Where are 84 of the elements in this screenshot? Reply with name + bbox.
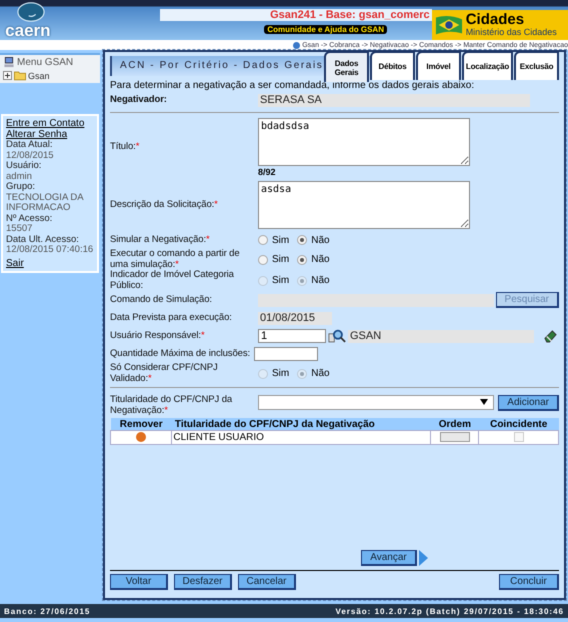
- flag-icon: [434, 14, 463, 36]
- table-cell: CLIENTE USUARIO: [172, 430, 431, 444]
- radio-label: Não: [311, 275, 330, 286]
- expand-icon[interactable]: [3, 71, 12, 80]
- system-title: Gsan241 - Base: gsan_comerc: [160, 9, 432, 21]
- radio-label: Sim: [272, 254, 290, 265]
- computer-icon: [3, 57, 15, 68]
- readonly-field: 01/08/2015: [258, 312, 332, 324]
- info-value: 12/08/2015: [6, 150, 55, 161]
- field-label: Negativador:: [110, 94, 168, 106]
- help-link[interactable]: Comunidade e Ajuda do GSAN: [264, 25, 387, 34]
- field-label: Descrição da Solicitação:*: [110, 200, 219, 210]
- field-label: Simular a Negativação:*: [110, 234, 211, 246]
- action-button[interactable]: Voltar: [110, 574, 168, 590]
- field-label: Indicador de Imóvel Categoria Público:: [110, 270, 235, 291]
- submit-button[interactable]: Concluir: [499, 574, 559, 590]
- next-arrow-icon[interactable]: [418, 550, 428, 566]
- radio-label: Não: [311, 254, 330, 265]
- action-button[interactable]: Cancelar: [238, 574, 296, 590]
- caret-icon: [480, 399, 488, 405]
- order-field[interactable]: [440, 432, 470, 442]
- text-area[interactable]: asdsa: [258, 181, 470, 229]
- version-info: Versão: 10.2.07.2p (Batch) 29/07/2015 - 18:30:46: [335, 606, 564, 616]
- database-date: Banco: 27/06/2015: [4, 606, 90, 616]
- help-icon[interactable]: [293, 42, 300, 48]
- column-header: Remover: [110, 418, 172, 430]
- field-label: Usuário Responsável:*: [110, 330, 206, 342]
- radio-label: Não: [311, 368, 330, 379]
- readonly-field: GSAN: [348, 330, 534, 342]
- next-button[interactable]: Avançar: [361, 550, 417, 566]
- sidebar-link[interactable]: Entre em Contato: [6, 118, 94, 129]
- radio-button[interactable]: [258, 254, 268, 264]
- info-value: 12/08/2015 07:40:16: [6, 245, 94, 256]
- intro-text: Para determinar a negativação a ser comandada, informe os dados gerais abaixo:: [110, 80, 476, 91]
- sidebar-link[interactable]: Alterar Senha: [6, 129, 94, 140]
- info-value: TECNOLOGIA DA INFORMACAO: [6, 192, 84, 214]
- tab[interactable]: Localização: [462, 51, 513, 80]
- column-header: Titularidade do CPF/CNPJ da Negativação: [172, 418, 431, 430]
- info-label: Nº Acesso:: [6, 214, 54, 224]
- column-header: Coincidente: [478, 418, 558, 430]
- search-icon[interactable]: [328, 328, 346, 344]
- add-button[interactable]: Adicionar: [498, 395, 559, 411]
- radio-button[interactable]: [297, 254, 308, 264]
- field-label: Comando de Simulação:: [110, 294, 213, 306]
- column-header: Ordem: [430, 418, 479, 430]
- action-button[interactable]: Desfazer: [174, 574, 232, 590]
- tab[interactable]: Exclusão: [514, 51, 559, 80]
- logo-icon: [16, 2, 46, 22]
- field-label: Quantidade Máxima de inclusões:: [110, 348, 252, 360]
- tab[interactable]: Débitos: [370, 51, 415, 80]
- radio-label: Sim: [272, 234, 290, 246]
- info-value: admin: [6, 172, 33, 182]
- field-label: Só Considerar CPF/CNPJ Validado:*: [110, 363, 219, 384]
- radio-label: Sim: [272, 275, 290, 286]
- character-counter: 8/92: [258, 167, 277, 177]
- radio-button[interactable]: [297, 235, 308, 245]
- input-field[interactable]: 1: [258, 329, 326, 343]
- logo-text: caern: [5, 23, 51, 38]
- text-area[interactable]: bdadsdsa: [258, 118, 470, 166]
- info-value: 15507: [6, 224, 34, 234]
- tab[interactable]: Dados Gerais: [324, 51, 369, 82]
- field-label: Executar o comando a partir de uma simulação:*: [110, 249, 241, 270]
- radio-label: Sim: [272, 368, 290, 379]
- info-label: Grupo:: [6, 182, 36, 192]
- field-label: Data Prevista para execução:: [110, 312, 233, 324]
- menu-title: Menu GSAN: [17, 57, 74, 68]
- remove-icon[interactable]: [136, 432, 146, 442]
- ministry-title: Cidades: [466, 13, 526, 27]
- dropdown[interactable]: [258, 395, 494, 410]
- tab[interactable]: Imóvel: [416, 51, 461, 80]
- eraser-icon[interactable]: [544, 330, 557, 342]
- readonly-field: SERASA SA: [258, 94, 530, 106]
- folder-icon: [14, 70, 26, 81]
- field-label: Titularidade do CPF/CNPJ da Negativação:*: [110, 395, 234, 416]
- menu-item[interactable]: Gsan: [28, 70, 50, 80]
- radio-label: Não: [311, 234, 330, 246]
- info-label: Usuário:: [6, 161, 42, 172]
- input-field[interactable]: [254, 347, 318, 361]
- ministry-subtitle: Ministério das Cidades: [466, 27, 557, 37]
- logout-link[interactable]: Sair: [6, 258, 94, 268]
- info-label: Data Atual:: [6, 140, 54, 150]
- field-label: Título:*: [110, 142, 140, 153]
- info-label: Data Ult. Acesso:: [6, 234, 80, 245]
- radio-button[interactable]: [258, 235, 268, 245]
